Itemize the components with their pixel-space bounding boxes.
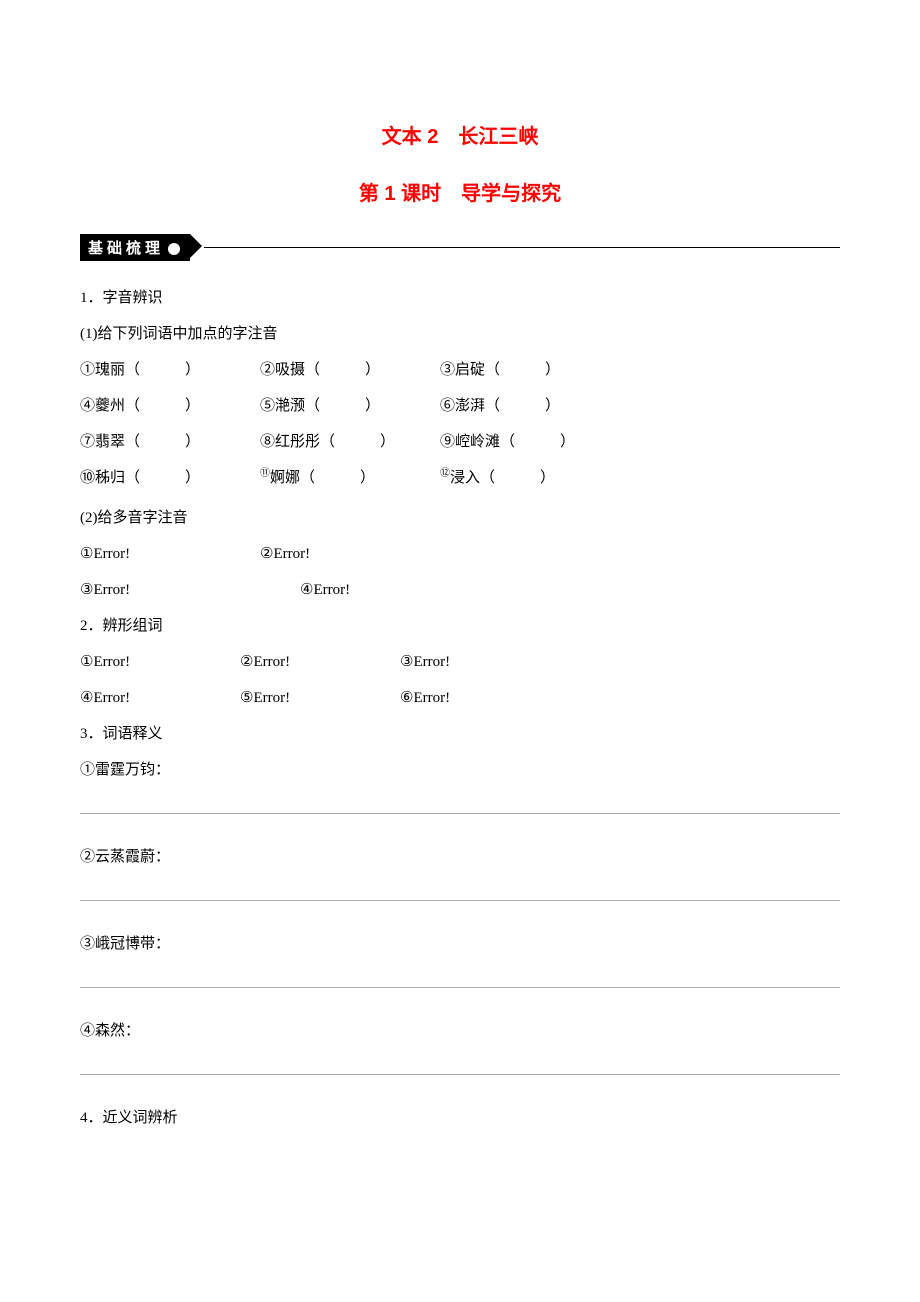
shape-item: ④Error!	[80, 683, 240, 713]
definition-block: ②云蒸霞蔚：	[80, 842, 840, 901]
shape-item: ⑤Error!	[240, 683, 400, 713]
pinyin-item: ⑩秭归（ ）	[80, 463, 260, 493]
poly-row: ③Error! ④Error!	[80, 575, 840, 605]
shape-row: ①Error! ②Error! ③Error!	[80, 647, 840, 677]
definition-block: ④森然：	[80, 1016, 840, 1075]
definition-term: ②云蒸霞蔚：	[80, 842, 840, 872]
doc-title: 文本 2 长江三峡	[80, 120, 840, 149]
q4-heading: 4．近义词辨析	[80, 1103, 840, 1133]
definition-term: ③峨冠博带：	[80, 929, 840, 959]
pinyin-row: ⑩秭归（ ） ⑪婀娜（ ） ⑫浸入（ ）	[80, 463, 840, 493]
poly-item: ④Error!	[300, 575, 480, 605]
q1-sub2: (2)给多音字注音	[80, 503, 840, 533]
doc-subtitle: 第 1 课时 导学与探究	[80, 177, 840, 206]
q1-sub1: (1)给下列词语中加点的字注音	[80, 319, 840, 349]
pinyin-row: ①瑰丽（ ） ②吸摄（ ） ③启碇（ ）	[80, 355, 840, 385]
definition-term: ①雷霆万钧：	[80, 755, 840, 785]
definition-block: ③峨冠博带：	[80, 929, 840, 988]
section-banner-row: 基础梳理	[80, 234, 840, 261]
pinyin-item: ⑨崆岭滩（ ）	[440, 427, 620, 457]
pinyin-row: ④夔州（ ） ⑤滟滪（ ） ⑥澎湃（ ）	[80, 391, 840, 421]
pinyin-item: ⑧红彤彤（ ）	[260, 427, 440, 457]
q1-heading: 1．字音辨识	[80, 283, 840, 313]
shape-item: ⑥Error!	[400, 683, 580, 713]
pinyin-item: ⑥澎湃（ ）	[440, 391, 620, 421]
section-banner: 基础梳理	[80, 234, 190, 261]
pinyin-item: ⑤滟滪（ ）	[260, 391, 440, 421]
q3-heading: 3．词语释义	[80, 719, 840, 749]
shape-item: ③Error!	[400, 647, 580, 677]
pinyin-item: ②吸摄（ ）	[260, 355, 440, 385]
answer-line	[80, 1074, 840, 1075]
section-banner-label: 基础梳理	[88, 240, 164, 257]
poly-row: ①Error! ②Error!	[80, 539, 840, 569]
answer-line	[80, 987, 840, 988]
answer-line	[80, 900, 840, 901]
shape-item: ②Error!	[240, 647, 400, 677]
pinyin-row: ⑦翡翠（ ） ⑧红彤彤（ ） ⑨崆岭滩（ ）	[80, 427, 840, 457]
content-body: 1．字音辨识 (1)给下列词语中加点的字注音 ①瑰丽（ ） ②吸摄（ ） ③启碇…	[80, 283, 840, 1133]
shape-item: ①Error!	[80, 647, 240, 677]
pinyin-item: ①瑰丽（ ）	[80, 355, 260, 385]
q2-heading: 2．辨形组词	[80, 611, 840, 641]
definition-term: ④森然：	[80, 1016, 840, 1046]
answer-line	[80, 813, 840, 814]
banner-dot-icon	[168, 243, 180, 255]
poly-item: ①Error!	[80, 539, 260, 569]
shape-row: ④Error! ⑤Error! ⑥Error!	[80, 683, 840, 713]
pinyin-item: ④夔州（ ）	[80, 391, 260, 421]
poly-item: ②Error!	[260, 539, 440, 569]
banner-line	[204, 247, 840, 248]
definition-block: ①雷霆万钧：	[80, 755, 840, 814]
pinyin-item: ⑦翡翠（ ）	[80, 427, 260, 457]
pinyin-item: ⑪婀娜（ ）	[260, 463, 440, 493]
poly-item: ③Error!	[80, 575, 300, 605]
pinyin-item: ③启碇（ ）	[440, 355, 620, 385]
pinyin-item: ⑫浸入（ ）	[440, 463, 620, 493]
